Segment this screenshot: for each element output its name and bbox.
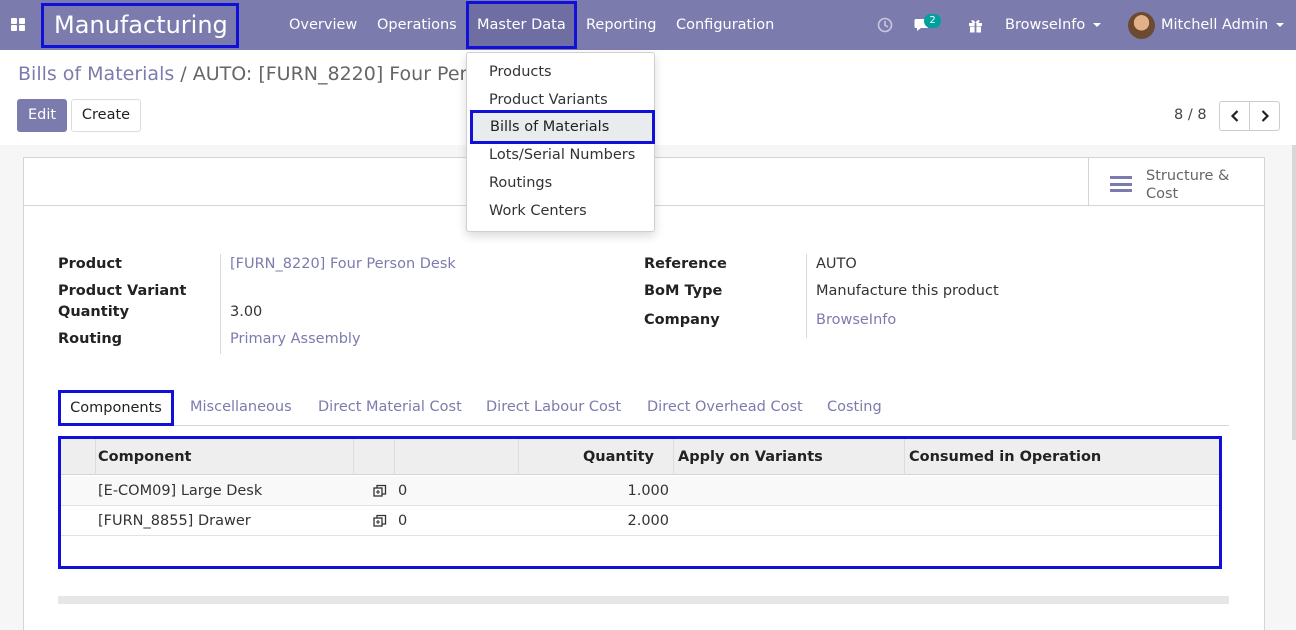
pager-value[interactable]: 8 / 8 xyxy=(1174,107,1207,123)
main-navbar: Manufacturing Overview Operations Master… xyxy=(0,0,1296,50)
breadcrumb-separator: / xyxy=(180,63,187,85)
routing-label: Routing xyxy=(58,331,123,347)
dropdown-item-bills-of-materials[interactable]: Bills of Materials xyxy=(470,110,655,144)
table-row[interactable]: [FURN_8855] Drawer 0 2.000 xyxy=(61,506,1219,536)
chatter-divider xyxy=(58,596,1229,604)
dropdown-item-product-variants[interactable]: Product Variants xyxy=(489,92,608,108)
tab-miscellaneous[interactable]: Miscellaneous xyxy=(190,399,292,415)
tabs-divider xyxy=(58,425,1229,426)
routing-value[interactable]: Primary Assembly xyxy=(230,331,361,347)
header-quantity[interactable]: Quantity xyxy=(518,439,654,475)
reference-value: AUTO xyxy=(816,256,857,272)
dropdown-item-work-centers[interactable]: Work Centers xyxy=(489,203,587,219)
field-separator xyxy=(806,254,807,338)
column-separator xyxy=(353,439,354,475)
chevron-right-icon xyxy=(1261,110,1269,122)
scrollbar[interactable] xyxy=(1292,145,1296,440)
reference-label: Reference xyxy=(644,256,727,272)
edit-button[interactable]: Edit xyxy=(17,99,67,132)
duplicate-icon[interactable] xyxy=(373,476,387,506)
structure-cost-label: Structure & Cost xyxy=(1146,168,1230,202)
list-bars-icon xyxy=(1110,176,1132,192)
product-variant-label: Product Variant xyxy=(58,283,187,299)
breadcrumb-parent[interactable]: Bills of Materials xyxy=(18,63,174,85)
menu-master-data[interactable]: Master Data xyxy=(466,1,577,49)
row-count: 0 xyxy=(398,483,408,499)
table-empty-row[interactable] xyxy=(61,536,1219,566)
app-title[interactable]: Manufacturing xyxy=(41,3,239,48)
chevron-down-icon xyxy=(1093,23,1102,27)
gift-icon[interactable] xyxy=(967,0,983,50)
duplicate-icon[interactable] xyxy=(373,506,387,536)
product-label: Product xyxy=(58,256,122,272)
field-separator xyxy=(220,254,221,354)
row-quantity: 1.000 xyxy=(627,483,669,499)
master-data-dropdown: Products Product Variants Bills of Mater… xyxy=(466,52,655,232)
company-name: BrowseInfo xyxy=(1005,17,1086,33)
menu-overview[interactable]: Overview xyxy=(289,0,357,50)
bom-type-value: Manufacture this product xyxy=(816,283,999,299)
chat-icon[interactable]: 2 xyxy=(912,0,942,50)
menu-reporting[interactable]: Reporting xyxy=(586,0,657,50)
column-separator xyxy=(673,439,674,475)
bom-type-label: BoM Type xyxy=(644,283,723,299)
row-quantity: 2.000 xyxy=(627,513,669,529)
quantity-label: Quantity xyxy=(58,304,130,320)
dropdown-item-products[interactable]: Products xyxy=(489,64,552,80)
avatar xyxy=(1128,11,1155,39)
user-name: Mitchell Admin xyxy=(1161,17,1269,33)
header-component[interactable]: Component xyxy=(98,439,191,475)
dropdown-item-routings[interactable]: Routings xyxy=(489,175,552,191)
row-count: 0 xyxy=(398,513,408,529)
structure-cost-button[interactable]: Structure & Cost xyxy=(1088,158,1264,206)
pager-previous-button[interactable] xyxy=(1219,101,1250,131)
row-component: [E-COM09] Large Desk xyxy=(98,483,263,499)
company-switcher[interactable]: BrowseInfo xyxy=(1005,0,1102,50)
clock-icon[interactable] xyxy=(876,0,894,50)
user-menu[interactable]: Mitchell Admin xyxy=(1128,0,1285,50)
table-row[interactable]: [E-COM09] Large Desk 0 1.000 xyxy=(61,476,1219,506)
company-value[interactable]: BrowseInfo xyxy=(816,312,896,328)
tab-direct-labour-cost[interactable]: Direct Labour Cost xyxy=(486,399,621,415)
menu-configuration[interactable]: Configuration xyxy=(676,0,774,50)
tab-costing[interactable]: Costing xyxy=(827,399,882,415)
column-separator xyxy=(904,439,905,475)
column-separator xyxy=(95,439,96,475)
tab-components[interactable]: Components xyxy=(58,390,174,426)
table-header: Component Quantity Apply on Variants Con… xyxy=(61,439,1219,475)
header-apply-on-variants[interactable]: Apply on Variants xyxy=(678,439,823,475)
column-separator xyxy=(394,439,395,475)
header-consumed-in-operation[interactable]: Consumed in Operation xyxy=(909,439,1101,475)
product-value[interactable]: [FURN_8220] Four Person Desk xyxy=(230,256,456,272)
dropdown-item-lots-serial-numbers[interactable]: Lots/Serial Numbers xyxy=(489,147,635,163)
components-table: Component Quantity Apply on Variants Con… xyxy=(58,436,1222,569)
row-component: [FURN_8855] Drawer xyxy=(98,513,251,529)
apps-grid-icon[interactable] xyxy=(10,16,26,32)
tab-direct-overhead-cost[interactable]: Direct Overhead Cost xyxy=(647,399,803,415)
menu-operations[interactable]: Operations xyxy=(377,0,457,50)
chevron-left-icon xyxy=(1230,110,1238,122)
message-count-badge: 2 xyxy=(924,14,941,28)
company-label: Company xyxy=(644,312,720,328)
quantity-value: 3.00 xyxy=(230,304,263,320)
tab-direct-material-cost[interactable]: Direct Material Cost xyxy=(318,399,462,415)
pager-next-button[interactable] xyxy=(1249,101,1280,131)
create-button[interactable]: Create xyxy=(71,99,141,132)
chevron-down-icon xyxy=(1276,23,1285,27)
